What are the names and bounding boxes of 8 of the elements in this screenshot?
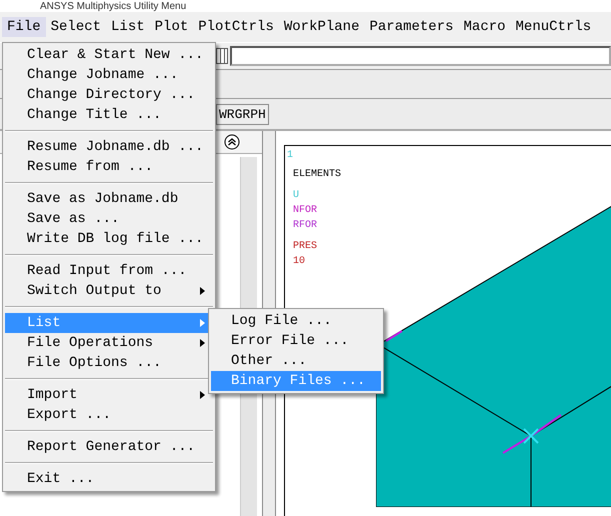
window-number: 1 — [287, 150, 294, 161]
legend-label: PRES — [293, 240, 318, 254]
window-title: ANSYS Multiphysics Utility Menu — [40, 0, 186, 12]
legend-label: RFOR — [293, 219, 318, 233]
legend-label: U — [293, 189, 300, 203]
legend-label: NFOR — [293, 204, 318, 218]
legend-label: ELEMENTS — [293, 168, 342, 182]
legend-label: 10 — [293, 255, 306, 269]
